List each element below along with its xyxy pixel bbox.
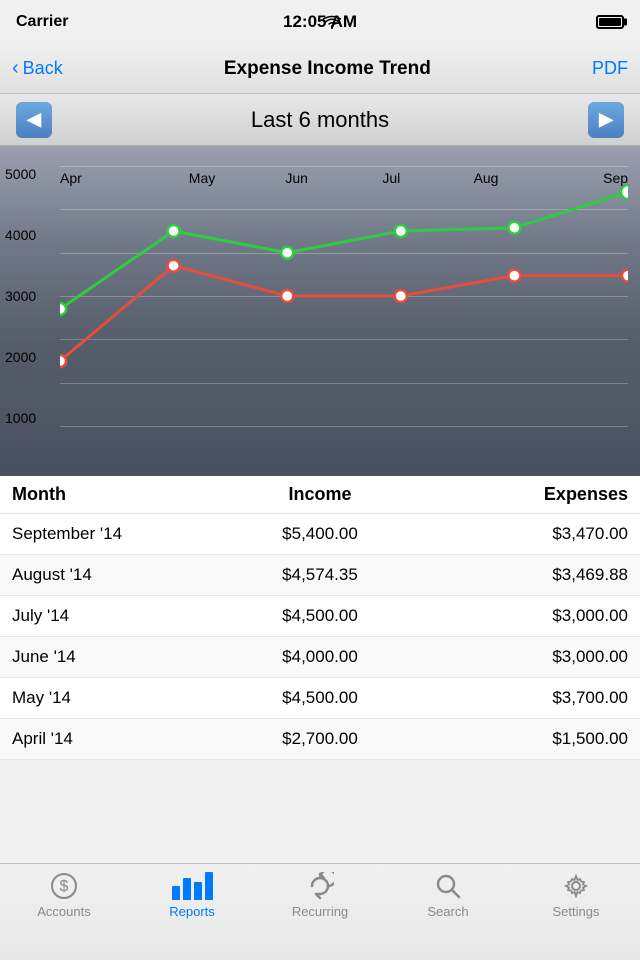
expense-dot-6 (622, 270, 628, 282)
cell-expenses: $1,500.00 (423, 729, 628, 749)
y-label-3000: 3000 (5, 288, 36, 304)
expense-dot-3 (281, 290, 293, 302)
cell-income: $4,574.35 (217, 565, 422, 585)
table-header: Month Income Expenses (0, 476, 640, 514)
table-row: May '14 $4,500.00 $3,700.00 (0, 678, 640, 719)
cell-month: July '14 (12, 606, 217, 626)
expense-line (60, 266, 628, 361)
chart-inner: 5000 4000 3000 2000 1000 (60, 166, 628, 446)
income-dot-3 (281, 247, 293, 259)
header-expenses: Expenses (423, 484, 628, 505)
expense-dot-2 (168, 260, 180, 272)
page-title: Expense Income Trend (224, 58, 431, 80)
tab-accounts-label: Accounts (37, 904, 90, 919)
expense-dot-1 (60, 355, 66, 367)
cell-income: $5,400.00 (217, 524, 422, 544)
cell-expenses: $3,000.00 (423, 606, 628, 626)
y-axis-labels: 5000 4000 3000 2000 1000 (5, 166, 36, 426)
data-table: Month Income Expenses September '14 $5,4… (0, 476, 640, 760)
table-row: July '14 $4,500.00 $3,000.00 (0, 596, 640, 637)
period-next-button[interactable]: ▶ (588, 102, 624, 138)
carrier-label: Carrier (16, 13, 68, 31)
bar-chart-icon (172, 872, 213, 900)
cell-income: $4,500.00 (217, 606, 422, 626)
battery-icon (596, 15, 624, 29)
back-button[interactable]: ‹ Back (12, 57, 63, 80)
tab-settings[interactable]: Settings (512, 872, 640, 919)
svg-text:$: $ (60, 878, 69, 895)
cell-expenses: $3,000.00 (423, 647, 628, 667)
back-chevron-icon: ‹ (12, 57, 19, 80)
table-row: September '14 $5,400.00 $3,470.00 (0, 514, 640, 555)
income-dot-2 (168, 225, 180, 237)
cell-expenses: $3,470.00 (423, 524, 628, 544)
income-dot-5 (508, 222, 520, 234)
tab-reports-label: Reports (169, 904, 215, 919)
y-label-1000: 1000 (5, 410, 36, 426)
right-arrow-icon: ▶ (599, 109, 613, 130)
tab-bar: $ Accounts Reports Recurring Search (0, 863, 640, 960)
cell-month: May '14 (12, 688, 217, 708)
back-label: Back (23, 58, 63, 79)
header-income: Income (217, 484, 422, 505)
cell-expenses: $3,469.88 (423, 565, 628, 585)
dollar-icon: $ (50, 872, 78, 900)
y-label-4000: 4000 (5, 227, 36, 243)
table-row: April '14 $2,700.00 $1,500.00 (0, 719, 640, 760)
table-row: June '14 $4,000.00 $3,000.00 (0, 637, 640, 678)
cell-income: $4,000.00 (217, 647, 422, 667)
cell-income: $4,500.00 (217, 688, 422, 708)
pdf-button[interactable]: PDF (592, 58, 628, 79)
period-prev-button[interactable]: ◀ (16, 102, 52, 138)
period-selector: ◀ Last 6 months ▶ (0, 94, 640, 146)
tab-search[interactable]: Search (384, 872, 512, 919)
expense-dot-4 (395, 290, 407, 302)
status-bar: Carrier 12:05 AM (0, 0, 640, 44)
header-month: Month (12, 484, 217, 505)
cell-month: August '14 (12, 565, 217, 585)
cell-month: June '14 (12, 647, 217, 667)
tab-accounts[interactable]: $ Accounts (0, 872, 128, 919)
period-label: Last 6 months (251, 107, 389, 133)
cell-income: $2,700.00 (217, 729, 422, 749)
tab-search-label: Search (427, 904, 468, 919)
chart-svg (60, 166, 628, 426)
recurring-icon (306, 872, 334, 900)
cell-month: April '14 (12, 729, 217, 749)
time-label: 12:05 AM (283, 12, 357, 32)
tab-settings-label: Settings (553, 904, 600, 919)
cell-expenses: $3,700.00 (423, 688, 628, 708)
table-row: August '14 $4,574.35 $3,469.88 (0, 555, 640, 596)
income-dot-6 (621, 185, 628, 199)
search-icon (434, 872, 462, 900)
table-rows: September '14 $5,400.00 $3,470.00 August… (0, 514, 640, 760)
tab-recurring[interactable]: Recurring (256, 872, 384, 919)
y-label-5000: 5000 (5, 166, 36, 182)
cell-month: September '14 (12, 524, 217, 544)
tab-reports[interactable]: Reports (128, 872, 256, 919)
tab-recurring-label: Recurring (292, 904, 348, 919)
chart-container: 5000 4000 3000 2000 1000 (0, 146, 640, 476)
income-dot-1 (60, 303, 66, 315)
y-label-2000: 2000 (5, 349, 36, 365)
main-content: ◀ Last 6 months ▶ 5000 4000 3000 2000 10… (0, 94, 640, 863)
income-dot-4 (395, 225, 407, 237)
left-arrow-icon: ◀ (27, 109, 41, 130)
gear-icon (562, 872, 590, 900)
expense-dot-5 (508, 270, 520, 282)
nav-bar: ‹ Back Expense Income Trend PDF (0, 44, 640, 94)
